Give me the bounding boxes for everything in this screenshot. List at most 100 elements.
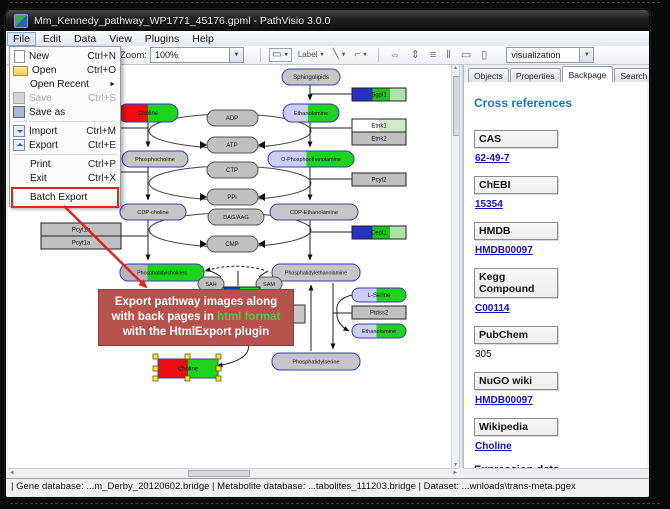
crossref-section-wikipedia: Wikipedia Choline <box>474 418 647 452</box>
menu-item-save: Save Ctrl+S <box>10 91 120 105</box>
window-title: Mm_Kennedy_pathway_WP1771_45176.gpml - P… <box>34 15 330 27</box>
menu-data[interactable]: Data <box>68 32 102 46</box>
node-cdp-ethanolamine-label: CDP-Ethanolamine <box>290 210 338 216</box>
menu-separator <box>13 154 117 155</box>
save-as-disk-icon <box>13 106 25 118</box>
node-ppi-label: PPi <box>227 195 236 201</box>
menu-item-exit[interactable]: Exit Ctrl+X <box>10 171 120 185</box>
export-icon <box>13 139 25 151</box>
submenu-arrow-icon: ► <box>109 81 116 88</box>
crossref-link[interactable]: C00114 <box>475 303 647 314</box>
crossref-header: ChEBI <box>474 176 558 194</box>
menu-icon-spacer <box>13 159 26 170</box>
crossref-link[interactable]: 15354 <box>475 199 647 210</box>
tab-search[interactable]: Search <box>614 68 650 82</box>
node-pcyt1a-label: Pcyt1a <box>72 241 91 247</box>
side-panel: Objects Properties Backpage Search Legen… <box>463 65 647 468</box>
common-height-button[interactable]: ▯ <box>481 50 487 61</box>
zoom-combobox[interactable]: 100% ▼ <box>150 47 244 63</box>
canvas-horizontal-scrollbar[interactable]: ◄ ► <box>8 468 459 478</box>
crossref-header: Kegg Compound <box>474 268 558 298</box>
callout-text-after: with the HtmlExport plugin <box>123 326 269 338</box>
scroll-right-icon[interactable]: ► <box>453 470 458 476</box>
node-choline-selected-label: Choline <box>178 367 199 373</box>
node-phosphocholine-label: Phosphocholine <box>135 157 175 163</box>
menu-edit[interactable]: Edit <box>37 32 67 46</box>
caret-down-icon[interactable]: ▼ <box>341 52 346 58</box>
cross-references-title: Cross references <box>474 96 647 110</box>
side-panel-tabs: Objects Properties Backpage Search Legen… <box>464 65 647 83</box>
common-width-button[interactable]: ▭ <box>461 50 471 61</box>
menu-view[interactable]: View <box>103 32 138 46</box>
crossref-link[interactable]: Choline <box>475 441 647 452</box>
menu-icon-spacer <box>13 79 26 90</box>
crossref-link[interactable]: HMDB00097 <box>475 245 647 256</box>
crossref-section-pubchem: PubChem 305 <box>474 326 647 360</box>
menu-item-open-recent[interactable]: Open Recent ► <box>10 77 120 91</box>
node-sgpl1-label: Sgpl1 <box>371 93 387 99</box>
graphics-tool-button[interactable]: ▭ ▼ <box>269 48 292 62</box>
title-bar: Mm_Kennedy_pathway_WP1771_45176.gpml - P… <box>6 10 649 31</box>
canvas-vertical-scrollbar[interactable]: ▲ ▼ <box>451 65 459 468</box>
node-cdp-choline-label: CDP-choline <box>137 210 168 216</box>
import-icon <box>13 125 25 137</box>
menu-item-export[interactable]: Export Ctrl+E <box>10 138 120 152</box>
menu-item-batch-export[interactable]: Batch Export <box>10 190 120 204</box>
toolbar-separator <box>378 48 379 62</box>
align-center-y-button[interactable]: ⇕ <box>411 50 420 61</box>
menu-plugins[interactable]: Plugins <box>139 32 185 46</box>
horizontal-scroll-thumb[interactable] <box>188 470 250 477</box>
crossref-section-nugo: NuGO wiki HMDB00097 <box>474 372 647 406</box>
crossref-header: Wikipedia <box>474 418 558 436</box>
crossref-section-kegg: Kegg Compound C00114 <box>474 268 647 314</box>
menu-item-open[interactable]: Open Ctrl+O <box>10 63 120 77</box>
node-adp-label: ADP <box>226 116 238 122</box>
node-ethanolamine-2-label: Ethanolamine <box>362 329 396 335</box>
stack-vertical-button[interactable]: ≡ <box>430 50 436 61</box>
backpage-content: Cross references CAS 62-49-7 ChEBI 15354… <box>464 82 647 468</box>
annotation-callout: Export pathway images along with back pa… <box>98 289 294 346</box>
align-center-x-button[interactable]: ⇔ <box>390 50 401 61</box>
crossref-link[interactable]: HMDB00097 <box>475 395 647 406</box>
callout-highlight: html format <box>217 311 280 323</box>
connector-tool-button[interactable]: ⌐ ▼ <box>352 49 369 61</box>
label-tool-button[interactable]: Label ▼ <box>296 49 327 61</box>
stack-horizontal-button[interactable]: ‖ <box>446 50 451 61</box>
caret-down-icon[interactable]: ▼ <box>229 48 243 62</box>
node-phosphatidylserine-label: Phosphatidylserine <box>292 360 339 366</box>
tab-backpage[interactable]: Backpage <box>562 66 614 83</box>
open-folder-icon <box>13 66 28 76</box>
menu-icon-spacer <box>13 173 26 184</box>
menu-item-import[interactable]: Import Ctrl+M <box>10 124 120 138</box>
crossref-link[interactable]: 62-49-7 <box>475 153 647 164</box>
zoom-label: Zoom: <box>120 50 147 61</box>
node-ethanolamine-label: Ethanolamine <box>294 111 328 117</box>
caret-down-icon[interactable]: ▼ <box>283 52 288 58</box>
scroll-up-icon[interactable]: ▲ <box>453 65 458 71</box>
callout-text: Export pathway images along with back pa… <box>104 295 288 340</box>
scroll-left-icon[interactable]: ◄ <box>9 470 14 476</box>
caret-down-icon[interactable]: ▼ <box>362 52 367 58</box>
connector-tool-icon: ⌐ <box>354 50 360 60</box>
menu-item-save-as[interactable]: Save as <box>10 105 120 119</box>
menu-item-print[interactable]: Print Ctrl+P <box>10 157 120 171</box>
tab-objects[interactable]: Objects <box>468 68 509 82</box>
node-phosphatidylethanolamine-label: Phosphatidylethanolamine <box>285 271 347 277</box>
crossref-header: NuGO wiki <box>474 372 558 390</box>
line-tool-button[interactable]: ╲ ▼ <box>331 49 348 61</box>
crossref-header: PubChem <box>474 326 558 344</box>
node-cept1-label: Cept1 <box>371 231 388 237</box>
crossref-section-hmdb: HMDB HMDB00097 <box>474 222 647 256</box>
menu-item-new[interactable]: New Ctrl+N <box>10 49 120 63</box>
crossref-header: HMDB <box>474 222 558 240</box>
menu-help[interactable]: Help <box>186 32 220 46</box>
menu-icon-spacer <box>13 192 26 203</box>
tab-properties[interactable]: Properties <box>510 68 561 82</box>
visualization-combobox[interactable]: visualization ▼ <box>506 47 594 63</box>
crossref-section-cas: CAS 62-49-7 <box>474 130 647 164</box>
caret-down-icon[interactable]: ▼ <box>579 48 593 62</box>
menu-separator <box>13 121 117 122</box>
caret-down-icon[interactable]: ▼ <box>319 52 324 58</box>
node-sam-label: SAM <box>263 282 275 288</box>
menu-file[interactable]: File <box>7 32 36 46</box>
